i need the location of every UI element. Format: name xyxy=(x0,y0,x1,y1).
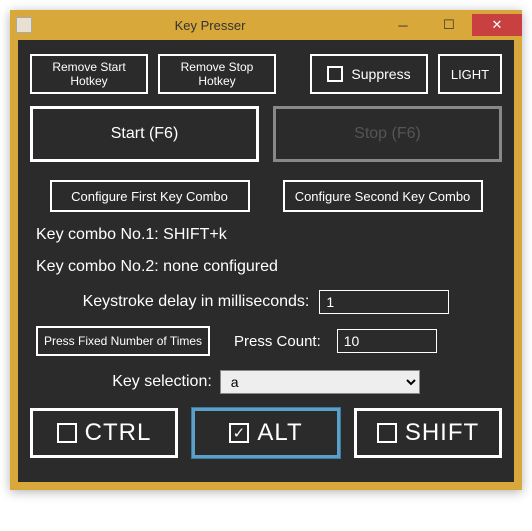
combo2-info: Key combo No.2: none configured xyxy=(30,258,502,276)
start-button[interactable]: Start (F6) xyxy=(30,106,259,162)
delay-label: Keystroke delay in milliseconds: xyxy=(83,293,310,311)
app-icon xyxy=(16,17,32,33)
shift-toggle[interactable]: SHIFT xyxy=(354,408,502,458)
light-theme-button[interactable]: LIGHT xyxy=(438,54,502,94)
modifier-row: CTRL ✓ ALT SHIFT xyxy=(30,408,502,458)
fixed-row: Press Fixed Number of Times Press Count: xyxy=(30,326,502,356)
delay-row: Keystroke delay in milliseconds: xyxy=(30,290,502,314)
press-fixed-button[interactable]: Press Fixed Number of Times xyxy=(36,326,210,356)
remove-start-hotkey-button[interactable]: Remove Start Hotkey xyxy=(30,54,148,94)
press-count-label: Press Count: xyxy=(234,333,321,350)
alt-checkbox-icon: ✓ xyxy=(229,423,249,443)
alt-toggle[interactable]: ✓ ALT xyxy=(192,408,340,458)
suppress-label: Suppress xyxy=(351,66,410,82)
titlebar[interactable]: Key Presser ─ ☐ ✕ xyxy=(10,10,522,40)
configure-second-combo-button[interactable]: Configure Second Key Combo xyxy=(283,180,483,212)
ctrl-checkbox-icon xyxy=(57,423,77,443)
ctrl-label: CTRL xyxy=(85,419,152,447)
remove-stop-hotkey-button[interactable]: Remove Stop Hotkey xyxy=(158,54,276,94)
window-frame: Key Presser ─ ☐ ✕ Remove Start Hotkey Re… xyxy=(10,10,522,490)
key-selection-label: Key selection: xyxy=(112,373,212,391)
window-title: Key Presser xyxy=(40,18,380,33)
key-selection-dropdown[interactable]: a xyxy=(220,370,420,394)
suppress-toggle[interactable]: Suppress xyxy=(310,54,428,94)
minimize-button[interactable]: ─ xyxy=(380,14,426,36)
minimize-icon: ─ xyxy=(398,18,407,33)
ctrl-toggle[interactable]: CTRL xyxy=(30,408,178,458)
hotkey-row: Remove Start Hotkey Remove Stop Hotkey S… xyxy=(30,54,502,94)
press-count-input[interactable] xyxy=(337,329,437,353)
suppress-checkbox-icon xyxy=(327,66,343,82)
key-selection-row: Key selection: a xyxy=(30,370,502,394)
maximize-icon: ☐ xyxy=(443,17,455,33)
configure-row: Configure First Key Combo Configure Seco… xyxy=(30,180,502,212)
content-panel: Remove Start Hotkey Remove Stop Hotkey S… xyxy=(18,40,514,482)
shift-checkbox-icon xyxy=(377,423,397,443)
start-stop-row: Start (F6) Stop (F6) xyxy=(30,106,502,162)
shift-label: SHIFT xyxy=(405,419,479,447)
delay-input[interactable] xyxy=(319,290,449,314)
alt-label: ALT xyxy=(257,419,302,447)
stop-button[interactable]: Stop (F6) xyxy=(273,106,502,162)
close-button[interactable]: ✕ xyxy=(472,14,522,36)
configure-first-combo-button[interactable]: Configure First Key Combo xyxy=(50,180,250,212)
window-controls: ─ ☐ ✕ xyxy=(380,14,522,36)
close-icon: ✕ xyxy=(492,17,503,33)
combo1-info: Key combo No.1: SHIFT+k xyxy=(30,226,502,244)
maximize-button[interactable]: ☐ xyxy=(426,14,472,36)
